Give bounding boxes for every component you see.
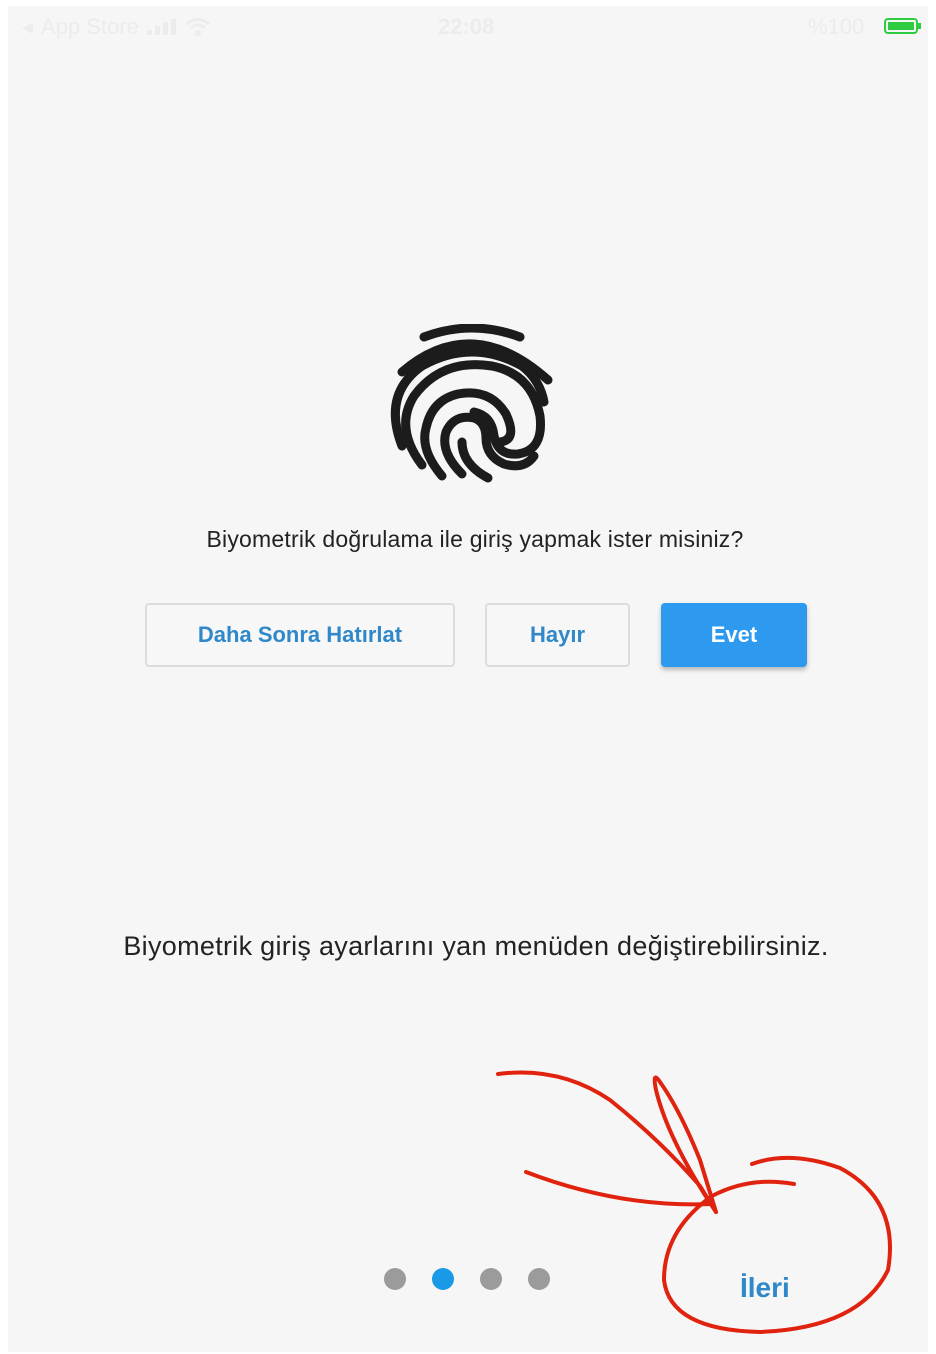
page-dot-active[interactable]: [432, 1268, 454, 1290]
battery-icon: [884, 18, 921, 34]
page-dot[interactable]: [528, 1268, 550, 1290]
fingerprint-icon: [390, 324, 553, 483]
page-dot[interactable]: [384, 1268, 406, 1290]
biometric-question: Biyometrik doğrulama ile giriş yapmak is…: [206, 526, 744, 552]
battery-percent: %100: [808, 14, 865, 39]
chevron-left-icon: ◂: [22, 14, 34, 39]
back-to-app-store[interactable]: ◂ App Store: [22, 14, 211, 40]
yes-button[interactable]: Evet: [661, 603, 807, 667]
signal-icon: [146, 19, 176, 35]
back-label: App Store: [41, 14, 139, 39]
settings-info-text: Biyometrik giriş ayarlarını yan menüden …: [123, 931, 829, 961]
next-button[interactable]: İleri: [740, 1272, 790, 1304]
page-dot[interactable]: [480, 1268, 502, 1290]
status-time: 22:08: [438, 14, 495, 39]
no-button[interactable]: Hayır: [485, 603, 630, 667]
wifi-icon: [185, 18, 210, 36]
page-indicator: [384, 1268, 550, 1290]
onboarding-screen: ◂ App Store 22:08 %100 Biyometrik doğrul…: [8, 6, 928, 1352]
remind-later-button[interactable]: Daha Sonra Hatırlat: [145, 603, 455, 667]
status-bar: ◂ App Store 22:08 %100: [8, 6, 928, 46]
